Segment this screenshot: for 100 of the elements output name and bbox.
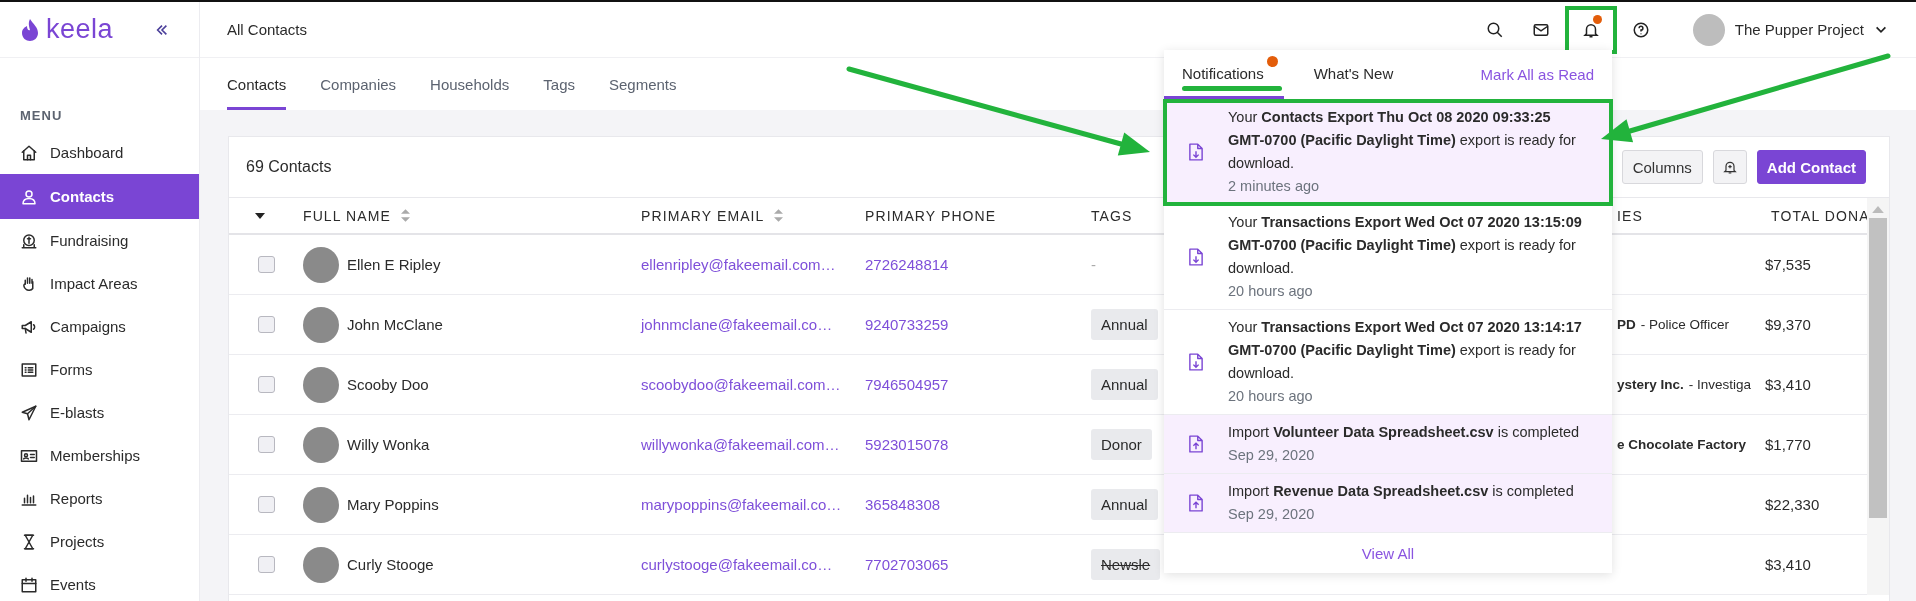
row-checkbox[interactable] — [257, 436, 275, 453]
email-link[interactable]: curlystooge@fakeemail.co… — [641, 556, 833, 573]
contact-name[interactable]: Willy Wonka — [347, 436, 430, 453]
menu-heading: MENU — [20, 108, 64, 123]
phone-link[interactable]: 5923015078 — [865, 436, 949, 453]
avatar — [303, 306, 339, 343]
tab[interactable]: Tags — [543, 58, 575, 110]
notification-message: Your Transactions Export Wed Oct 07 2020 13:15:09 GMT-0700 (Pacific Daylight Time) export is ready for download. — [1228, 213, 1583, 278]
notification-item[interactable]: Import Revenue Data Spreadsheet.csv is completed Sep 29, 2020 — [1164, 474, 1612, 533]
columns-button[interactable]: Columns — [1621, 150, 1703, 184]
list-icon — [20, 360, 38, 379]
row-checkbox[interactable] — [257, 316, 275, 333]
menu-item[interactable]: E-blasts — [0, 391, 199, 434]
notification-time: Sep 29, 2020 — [1228, 446, 1316, 465]
paper-plane-icon — [20, 403, 38, 422]
menu-item[interactable]: Fundraising — [0, 219, 199, 262]
column-header[interactable]: FULL NAME — [303, 207, 410, 224]
account-avatar[interactable] — [1692, 13, 1725, 46]
tag-chip[interactable]: Annual — [1091, 369, 1158, 400]
notification-item[interactable]: Your Transactions Export Wed Oct 07 2020 13:15:09 GMT-0700 (Pacific Daylight Time) export is ready for download. 20 hours ago — [1164, 205, 1612, 310]
menu-item[interactable]: Campaigns — [0, 305, 199, 348]
row-checkbox[interactable] — [257, 376, 275, 393]
avatar — [303, 246, 339, 283]
phone-link[interactable]: 7946504957 — [865, 376, 949, 393]
tab[interactable]: Contacts — [227, 58, 287, 110]
panel-tab[interactable]: What's New — [1295, 50, 1414, 99]
notification-time: 20 hours ago — [1228, 282, 1314, 301]
email-link[interactable]: ellenripley@fakeemail.com… — [641, 256, 836, 273]
tab[interactable]: Segments — [609, 58, 677, 110]
menu-item[interactable]: Forms — [0, 348, 199, 391]
file-download-icon — [1189, 353, 1203, 371]
bell-plus-icon — [1721, 159, 1738, 175]
contact-name[interactable]: Curly Stooge — [347, 556, 434, 573]
tag-chip[interactable]: Donor — [1091, 429, 1152, 460]
view-all-link[interactable]: View All — [1361, 544, 1415, 562]
contact-name[interactable]: Mary Poppins — [347, 496, 439, 513]
donation-total: $7,535 — [1765, 256, 1811, 273]
column-header[interactable]: TOTAL DONA — [1771, 207, 1870, 224]
row-checkbox[interactable] — [257, 556, 275, 573]
money-icon — [20, 231, 38, 250]
contact-name[interactable]: John McClane — [347, 316, 443, 333]
notification-item[interactable]: Your Contacts Export Thu Oct 08 2020 09:33:25 GMT-0700 (Pacific Daylight Time) export is ready for download. 2 minutes ago — [1164, 100, 1612, 205]
page-title: All Contacts — [227, 21, 308, 38]
column-header[interactable]: TAGS — [1091, 207, 1133, 224]
avatar — [303, 546, 339, 583]
logo-text: keela — [46, 14, 114, 45]
menu-item[interactable]: Memberships — [0, 434, 199, 477]
column-header[interactable]: PRIMARY PHONE — [865, 207, 997, 224]
column-header[interactable]: PRIMARY EMAIL — [641, 207, 784, 224]
donation-total: $3,410 — [1765, 376, 1811, 393]
notification-item[interactable]: Import Volunteer Data Spreadsheet.csv is completed Sep 29, 2020 — [1164, 415, 1612, 474]
notification-time: 2 minutes ago — [1228, 177, 1321, 196]
menu-item[interactable]: Projects — [0, 520, 199, 563]
tab[interactable]: Households — [430, 58, 510, 110]
column-header[interactable]: IES — [1617, 207, 1643, 224]
mark-all-read-link[interactable]: Mark All as Read — [1480, 50, 1594, 99]
menu-item[interactable]: Impact Areas — [0, 262, 199, 305]
scrollbar[interactable] — [1867, 198, 1889, 595]
tag-chip[interactable]: Annual — [1091, 489, 1158, 520]
contact-count: 69 Contacts — [246, 158, 332, 176]
phone-link[interactable]: 365848308 — [865, 496, 941, 513]
menu-item[interactable]: Dashboard — [0, 131, 199, 174]
phone-link[interactable]: 9240733259 — [865, 316, 949, 333]
sort-icon — [400, 209, 410, 222]
notification-time: Sep 29, 2020 — [1228, 505, 1316, 524]
menu-item[interactable]: Contacts — [0, 174, 199, 219]
phone-link[interactable]: 2726248814 — [865, 256, 949, 273]
email-link[interactable]: willywonka@fakeemail.com… — [641, 436, 840, 453]
empty-tags: - — [1091, 256, 1096, 273]
add-contact-button[interactable]: Add Contact — [1756, 150, 1866, 184]
help-icon — [1631, 20, 1650, 39]
tab[interactable]: Companies — [320, 58, 397, 110]
avatar — [303, 366, 339, 403]
tag-chip[interactable]: Newsle — [1091, 549, 1161, 580]
phone-link[interactable]: 7702703065 — [865, 556, 949, 573]
company-role: ystery Inc. - Investiga — [1617, 377, 1752, 392]
menu-item[interactable]: Events — [0, 563, 199, 601]
notification-time: 20 hours ago — [1228, 387, 1314, 406]
row-checkbox[interactable] — [257, 496, 275, 513]
notification-message: Import Revenue Data Spreadsheet.csv is completed — [1228, 482, 1575, 501]
alert-button[interactable] — [1712, 150, 1747, 184]
tag-chip[interactable]: Annual — [1091, 309, 1158, 340]
contact-name[interactable]: Ellen E Ripley — [347, 256, 441, 273]
house-icon — [20, 143, 38, 162]
donation-total: $22,330 — [1765, 496, 1820, 513]
contact-name[interactable]: Scooby Doo — [347, 376, 429, 393]
file-download-icon — [1189, 248, 1203, 266]
donation-total: $1,770 — [1765, 436, 1811, 453]
file-upload-icon — [1189, 494, 1203, 512]
email-link[interactable]: scoobydoo@fakeemail.com… — [641, 376, 841, 393]
search-icon — [1485, 20, 1504, 39]
company-role: PD - Police Officer — [1617, 317, 1730, 332]
email-link[interactable]: johnmclane@fakeemail.co… — [641, 316, 833, 333]
menu-item[interactable]: Reports — [0, 477, 199, 520]
notification-message: Your Contacts Export Thu Oct 08 2020 09:33:25 GMT-0700 (Pacific Daylight Time) export is ready for download. — [1228, 108, 1577, 173]
row-checkbox[interactable] — [257, 256, 275, 273]
company-role: e Chocolate Factory — [1617, 437, 1747, 452]
file-upload-icon — [1189, 435, 1203, 453]
account-menu[interactable]: The Pupper Project — [1734, 21, 1888, 38]
email-link[interactable]: marypoppins@fakeemail.co… — [641, 496, 842, 513]
